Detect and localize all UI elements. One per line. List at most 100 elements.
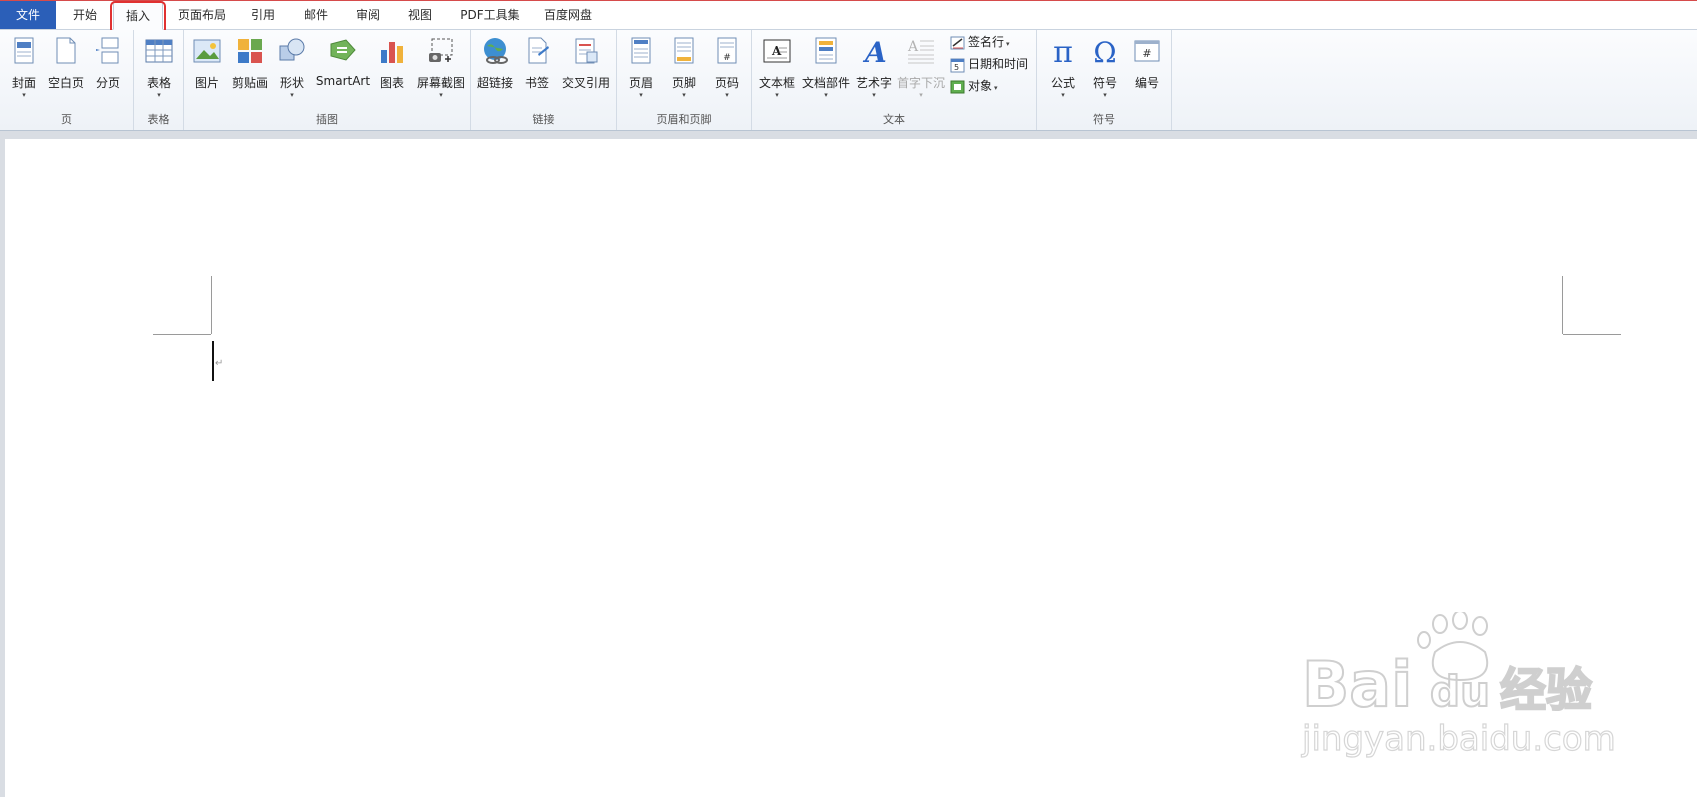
text-box-button[interactable]: A 文本框 ▾: [756, 34, 798, 102]
hyperlink-button[interactable]: 超链接: [474, 34, 516, 102]
signature-line-label: 签名行: [968, 35, 1005, 49]
chevron-down-icon: ▾: [290, 91, 294, 99]
svg-text:A: A: [771, 44, 782, 58]
picture-button[interactable]: 图片: [188, 34, 226, 102]
chevron-down-icon: ▾: [775, 91, 779, 99]
chevron-down-icon: ▾: [1103, 91, 1107, 99]
page-break-label: 分页: [95, 76, 120, 90]
bookmark-button[interactable]: 书签: [519, 34, 555, 102]
tab-mailings[interactable]: 邮件: [293, 1, 339, 29]
chart-label: 图表: [379, 76, 404, 90]
paragraph-mark: ↵: [215, 358, 224, 369]
svg-text:#: #: [1142, 47, 1151, 60]
svg-text:#: #: [723, 53, 731, 63]
ribbon-tab-bar: 文件 开始 插入 页面布局 引用 邮件 审阅 视图 PDF工具集 百度网盘: [0, 1, 1697, 30]
clip-art-label: 剪贴画: [231, 76, 268, 90]
object-button[interactable]: 对象 ▾: [950, 76, 998, 96]
group-header-footer: 页眉 ▾ 页脚 ▾ # 页码 ▾ 页眉和页脚: [617, 30, 752, 130]
svg-text:A: A: [862, 36, 887, 66]
chart-icon: [381, 42, 403, 63]
pi-icon: π: [1053, 36, 1073, 66]
tab-view[interactable]: 视图: [397, 1, 443, 29]
chevron-down-icon: ▾: [1061, 91, 1065, 99]
object-label: 对象: [968, 79, 993, 93]
tab-baidu-netdisk[interactable]: 百度网盘: [536, 1, 600, 29]
text-box-label: 文本框: [758, 76, 795, 90]
date-time-button[interactable]: 5 日期和时间: [950, 54, 1028, 74]
cross-reference-label: 交叉引用: [561, 76, 610, 90]
equation-button[interactable]: π 公式 ▾: [1043, 34, 1083, 102]
date-time-icon: 5: [950, 58, 965, 72]
chevron-down-icon: ▾: [994, 84, 998, 92]
chevron-down-icon: ▾: [1006, 40, 1010, 48]
tab-home[interactable]: 开始: [62, 1, 108, 29]
table-label: 表格: [146, 76, 171, 90]
numbering-label: 编号: [1134, 76, 1159, 90]
equation-label: 公式: [1050, 76, 1075, 90]
crop-mark-top-right-horizontal: [1563, 334, 1621, 335]
wordart-icon: A: [862, 36, 887, 66]
crop-mark-top-left-horizontal: [153, 334, 211, 335]
cross-reference-button[interactable]: 交叉引用: [557, 34, 615, 102]
group-page-label: 页: [61, 113, 72, 126]
clip-art-button[interactable]: 剪贴画: [230, 34, 270, 102]
smartart-icon: [330, 39, 356, 61]
object-icon: [950, 80, 965, 93]
cover-page-icon: [14, 37, 34, 64]
table-button[interactable]: 表格 ▾: [139, 34, 179, 102]
header-button[interactable]: 页眉 ▾: [621, 34, 661, 102]
svg-text:π: π: [1053, 36, 1073, 66]
picture-icon: [193, 39, 221, 63]
chevron-down-icon: ▾: [682, 91, 686, 99]
tab-page-layout[interactable]: 页面布局: [170, 1, 234, 29]
numbering-icon: #: [1134, 40, 1160, 62]
footer-label: 页脚: [671, 76, 696, 90]
text-box-icon: A: [763, 39, 791, 63]
tab-pdf-tools[interactable]: PDF工具集: [452, 1, 528, 29]
group-text-label: 文本: [883, 113, 905, 126]
shapes-button[interactable]: 形状 ▾: [274, 34, 310, 102]
drop-cap-label: 首字下沉: [896, 76, 945, 90]
footer-button[interactable]: 页脚 ▾: [664, 34, 704, 102]
drop-cap-button[interactable]: A 首字下沉 ▾: [896, 34, 946, 102]
page-number-button[interactable]: # 页码 ▾: [707, 34, 747, 102]
chevron-down-icon: ▾: [157, 91, 161, 99]
group-table: 表格 ▾ 表格: [134, 30, 184, 130]
header-icon: [631, 37, 651, 64]
blank-page-button[interactable]: 空白页: [46, 34, 86, 102]
hyperlink-icon: [484, 38, 508, 64]
numbering-button[interactable]: # 编号: [1127, 34, 1167, 102]
tab-review[interactable]: 审阅: [345, 1, 391, 29]
chevron-down-icon: ▾: [22, 91, 26, 99]
cover-page-label: 封面: [11, 76, 36, 90]
ribbon-insert: 封面 ▾ 空白页 分页 页 表格 ▾ 表格 图片 剪贴画 形状 ▾ SmartA…: [0, 30, 1697, 131]
shapes-label: 形状: [279, 76, 304, 90]
table-icon: [145, 39, 173, 63]
page-break-icon: [96, 37, 119, 64]
blank-page-label: 空白页: [47, 76, 84, 90]
quick-parts-icon: [815, 37, 837, 64]
signature-line-button[interactable]: 签名行 ▾: [950, 32, 1010, 52]
symbol-button[interactable]: Ω 符号 ▾: [1085, 34, 1125, 102]
wordart-button[interactable]: A 艺术字 ▾: [854, 34, 894, 102]
svg-text:5: 5: [954, 63, 959, 72]
smartart-button[interactable]: SmartArt: [314, 34, 372, 102]
tab-insert[interactable]: 插入: [113, 1, 163, 30]
group-links-label: 链接: [532, 113, 555, 126]
document-page[interactable]: [5, 139, 1697, 797]
hyperlink-label: 超链接: [476, 76, 513, 90]
tab-file[interactable]: 文件: [0, 1, 56, 29]
chevron-down-icon: ▾: [824, 91, 828, 99]
quick-parts-button[interactable]: 文档部件 ▾: [800, 34, 852, 102]
screenshot-button[interactable]: 屏幕截图 ▾: [414, 34, 468, 102]
shapes-icon: [279, 38, 305, 61]
chart-button[interactable]: 图表: [374, 34, 410, 102]
footer-icon: [674, 37, 694, 64]
cover-page-button[interactable]: 封面 ▾: [4, 34, 44, 102]
page-number-label: 页码: [714, 76, 739, 90]
group-links: 超链接 书签 交叉引用 链接: [471, 30, 617, 130]
page-break-button[interactable]: 分页: [88, 34, 128, 102]
group-header-footer-label: 页眉和页脚: [656, 113, 712, 126]
group-illustrations-label: 插图: [316, 113, 338, 126]
tab-references[interactable]: 引用: [240, 1, 286, 29]
